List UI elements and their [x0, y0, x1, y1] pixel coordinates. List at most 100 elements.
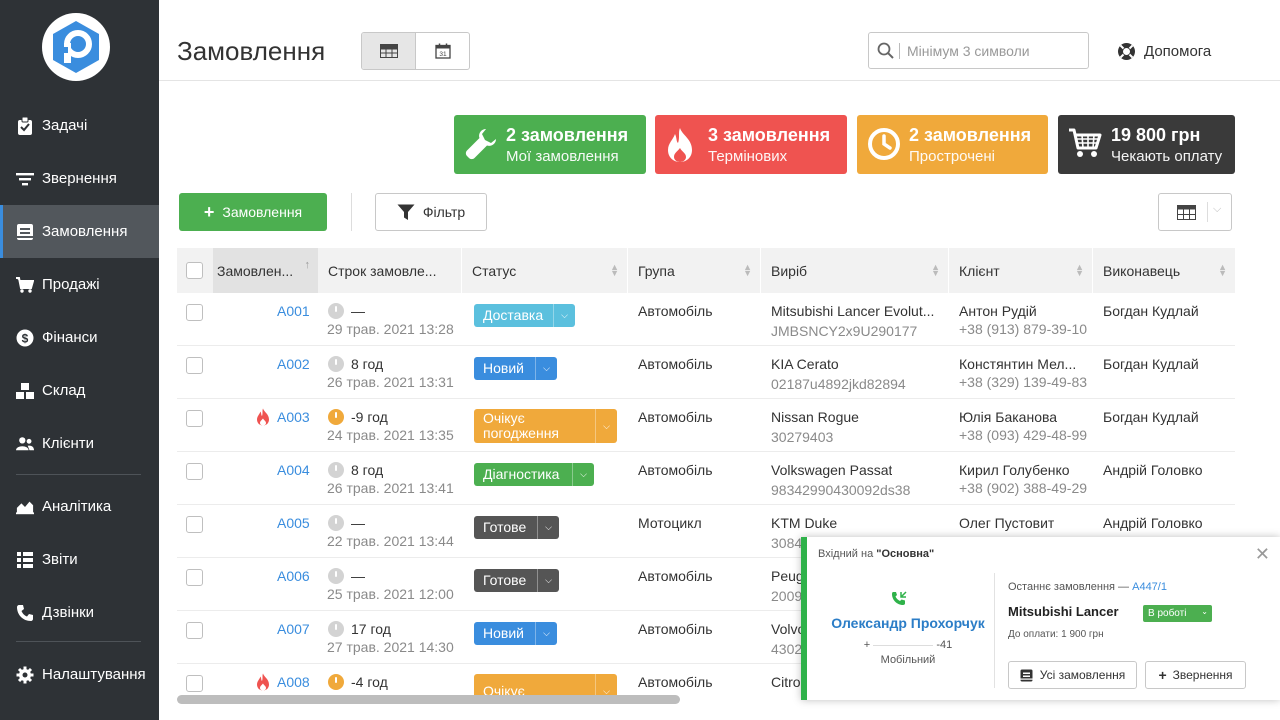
sidebar-item-orders[interactable]: Замовлення	[0, 205, 159, 258]
product: Mitsubishi Lancer Evolut...	[771, 303, 935, 319]
group: Автомобіль	[638, 462, 713, 478]
stat-value: 19 800 грн	[1111, 125, 1201, 145]
status-badge[interactable]: Очікує ⌵	[474, 674, 617, 695]
serial-number: 3084	[771, 535, 803, 551]
row-checkbox[interactable]	[186, 622, 203, 639]
status-badge[interactable]: Новий ⌵	[474, 622, 557, 645]
client-name[interactable]: Констянтин Мел...	[959, 356, 1076, 372]
help-link[interactable]: Допомога	[1117, 42, 1211, 61]
stat-my-orders[interactable]: 2 замовлення Мої замовлення	[454, 115, 646, 174]
table-row[interactable]: A003 -9 год 24 трав. 2021 13:35 Очікує пого…	[177, 399, 1235, 452]
sidebar-item-settings[interactable]: Налаштування	[0, 648, 159, 701]
col-header-label: Виріб	[771, 262, 808, 279]
clock-icon	[328, 462, 344, 478]
order-date: 24 трав. 2021 13:35	[327, 427, 454, 443]
col-header-product[interactable]: Виріб ▲ ▼	[761, 248, 948, 293]
col-header-status[interactable]: Статус ▲ ▼	[462, 248, 627, 293]
status-badge[interactable]: Готове ⌵	[474, 516, 559, 539]
columns-button[interactable]: ⌵	[1158, 193, 1232, 231]
order-number[interactable]: A007	[277, 621, 310, 637]
status-badge[interactable]: Очікує погодження ⌵	[474, 409, 617, 443]
order-number[interactable]: A005	[277, 515, 310, 531]
all-orders-button[interactable]: Усі замовлення	[1008, 661, 1137, 689]
sidebar-divider	[16, 474, 141, 475]
chevron-down-icon: ⌵	[595, 674, 617, 695]
client-name[interactable]: Юлія Баканова	[959, 409, 1057, 425]
sidebar-item-sales[interactable]: Продажі	[0, 258, 159, 311]
table-row[interactable]: A002 8 год 26 трав. 2021 13:31 Новий ⌵ Автомо…	[177, 346, 1235, 399]
table-row[interactable]: A001 — 29 трав. 2021 13:28 Доставка ⌵ Автомоб…	[177, 293, 1235, 346]
row-checkbox[interactable]	[186, 569, 203, 586]
table-view-button[interactable]	[362, 33, 416, 69]
client-name[interactable]: Олег Пустовит	[959, 515, 1054, 531]
sidebar-item-warehouse[interactable]: Склад	[0, 364, 159, 417]
sidebar-item-calls[interactable]: Дзвінки	[0, 586, 159, 639]
order-number[interactable]: A003	[277, 409, 310, 425]
col-header-label: Група	[638, 262, 675, 279]
sidebar-item-analytics[interactable]: Аналітика	[0, 480, 159, 533]
status-badge[interactable]: Новий ⌵	[474, 357, 557, 380]
table-row[interactable]: A004 8 год 26 трав. 2021 13:41 Діагностика ⌵…	[177, 452, 1235, 505]
last-order-status-badge[interactable]: В роботі ⌄	[1143, 605, 1212, 622]
col-header-order[interactable]: Замовлен... ↑	[213, 248, 318, 293]
row-checkbox[interactable]	[186, 304, 203, 321]
status-badge[interactable]: Доставка ⌵	[474, 304, 575, 327]
order-number[interactable]: A004	[277, 462, 310, 478]
col-header-group[interactable]: Група ▲ ▼	[628, 248, 760, 293]
sidebar-item-clients[interactable]: Клієнти	[0, 417, 159, 470]
clock-icon	[328, 356, 344, 372]
sidebar-item-reports[interactable]: Звіти	[0, 533, 159, 586]
status-badge[interactable]: Готове ⌵	[474, 569, 559, 592]
order-number[interactable]: A006	[277, 568, 310, 584]
stat-awaiting-payment[interactable]: 19 800 грн Чекають оплату	[1058, 115, 1235, 174]
chevron-down-icon: ⌵	[537, 516, 559, 539]
row-checkbox[interactable]	[186, 516, 203, 533]
app-logo[interactable]	[42, 13, 110, 81]
sidebar-item-label: Клієнти	[42, 435, 95, 452]
wrench-icon	[465, 129, 496, 160]
col-header-executor[interactable]: Виконавець ▲ ▼	[1093, 248, 1235, 293]
chevron-down-icon: ⌵	[553, 304, 575, 327]
calendar-view-button[interactable]: 31	[416, 33, 469, 69]
order-number[interactable]: A001	[277, 303, 310, 319]
col-header-deadline[interactable]: Строк замовле...	[318, 248, 461, 293]
order-number[interactable]: A002	[277, 356, 310, 372]
order-date: 26 трав. 2021 13:31	[327, 374, 454, 390]
sidebar-item-appeals[interactable]: Звернення	[0, 152, 159, 205]
dollar-icon: $	[16, 329, 34, 347]
stat-urgent[interactable]: 3 замовлення Термінових	[655, 115, 847, 174]
col-header-client[interactable]: Клієнт ▲ ▼	[949, 248, 1092, 293]
stat-overdue[interactable]: 2 замовлення Прострочені	[857, 115, 1048, 174]
filter-button[interactable]: Фільтр	[375, 193, 487, 231]
chevron-down-icon: ⌵	[572, 463, 594, 486]
last-order-car: Mitsubishi Lancer	[1008, 604, 1119, 619]
caller-name[interactable]: Олександр Прохорчук	[818, 615, 998, 631]
row-checkbox[interactable]	[186, 410, 203, 427]
orders-icon	[16, 223, 34, 241]
help-label: Допомога	[1144, 43, 1212, 60]
status-badge[interactable]: Діагностика ⌵	[474, 463, 594, 486]
client-name[interactable]: Антон Рудій	[959, 303, 1037, 319]
last-order-link[interactable]: A447/1	[1132, 581, 1167, 593]
add-order-button[interactable]: + Замовлення	[179, 193, 327, 231]
search-box	[868, 32, 1089, 69]
order-number[interactable]: A008	[277, 674, 310, 690]
sidebar-item-label: Склад	[42, 382, 86, 399]
sidebar: Задачі Звернення Замовлення Продажі $ Фі…	[0, 0, 159, 720]
sidebar-item-tasks[interactable]: Задачі	[0, 99, 159, 152]
search-input[interactable]	[907, 39, 1082, 63]
row-checkbox[interactable]	[186, 463, 203, 480]
sidebar-item-label: Налаштування	[42, 666, 146, 683]
chevron-down-icon: ⌄	[1201, 607, 1208, 616]
row-checkbox[interactable]	[186, 357, 203, 374]
create-appeal-button[interactable]: + Звернення	[1145, 661, 1246, 689]
clipboard-icon	[16, 116, 34, 135]
horizontal-scrollbar[interactable]	[177, 695, 680, 704]
close-icon[interactable]: ✕	[1255, 544, 1270, 565]
chevron-down-icon: ⌵	[535, 357, 557, 380]
row-checkbox[interactable]	[186, 675, 203, 692]
client-name[interactable]: Кирил Голубенко	[959, 462, 1070, 478]
select-all-checkbox[interactable]	[186, 262, 203, 279]
executor: Богдан Кудлай	[1103, 409, 1199, 425]
sidebar-item-finance[interactable]: $ Фінанси	[0, 311, 159, 364]
